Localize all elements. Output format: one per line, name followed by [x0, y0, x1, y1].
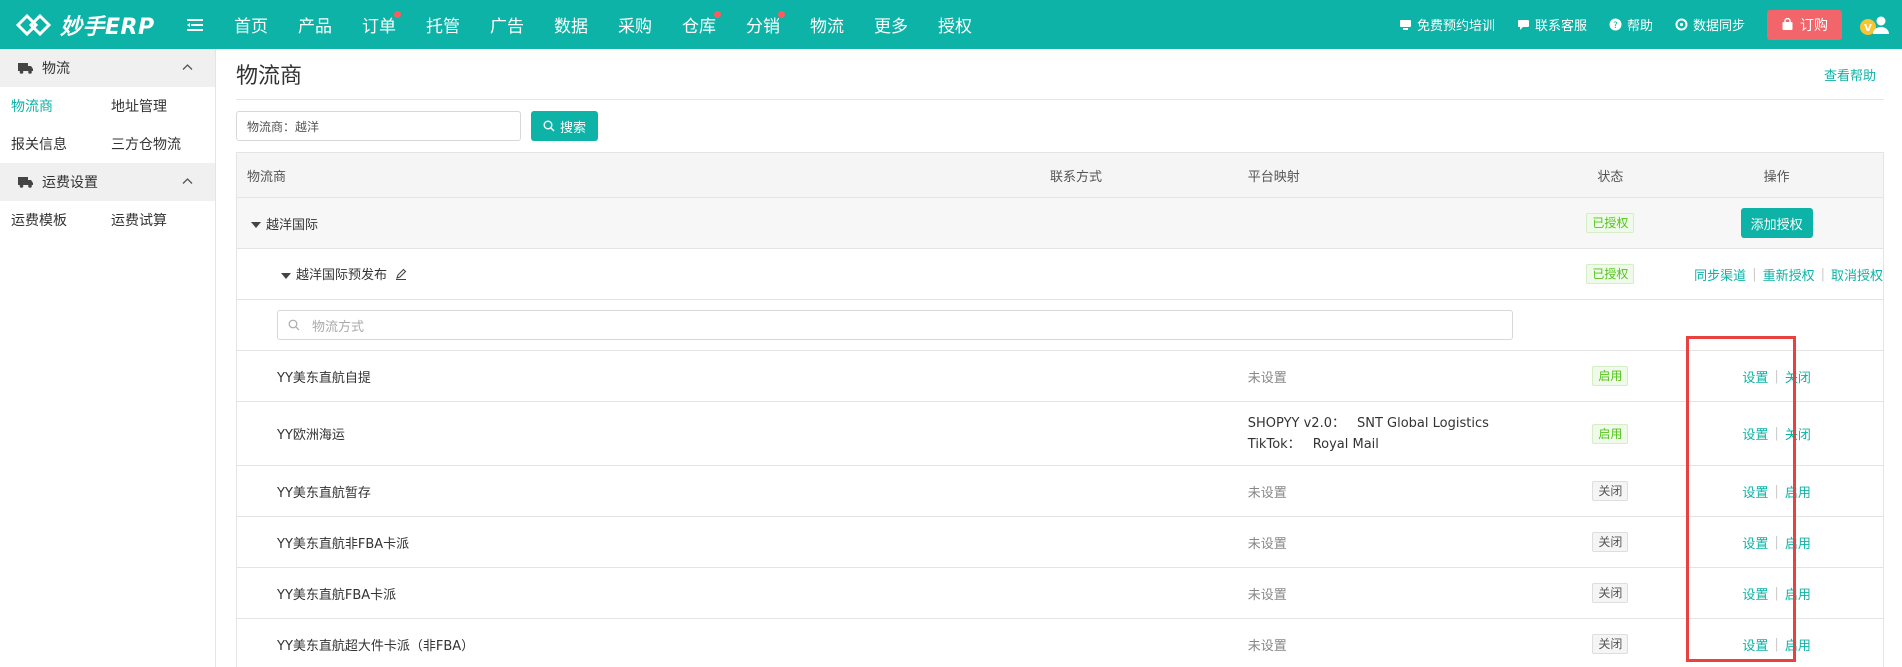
- svg-text:?: ?: [1613, 21, 1618, 31]
- toggle-link[interactable]: 启用: [1785, 635, 1811, 654]
- settings-link[interactable]: 设置: [1742, 584, 1768, 603]
- logo-mark-icon: [14, 10, 54, 40]
- nav-item-orders[interactable]: 订单: [347, 0, 411, 49]
- status-badge: 已授权: [1586, 213, 1635, 233]
- truck-icon: [18, 176, 34, 188]
- support-link[interactable]: 联系客服: [1517, 15, 1587, 34]
- collapse-icon[interactable]: [251, 222, 261, 228]
- carrier-group-row: 越洋国际 已授权 添加授权: [237, 198, 1883, 249]
- table-header: 物流商 联系方式 平台映射 状态 操作: [237, 153, 1883, 198]
- shipping-method-search-input[interactable]: 物流方式: [277, 310, 1513, 340]
- settings-link[interactable]: 设置: [1742, 424, 1768, 443]
- toggle-link[interactable]: 关闭: [1785, 367, 1811, 386]
- nav-item-distribution[interactable]: 分销: [731, 0, 795, 49]
- nav-item-hosting[interactable]: 托管: [411, 0, 475, 49]
- status-badge: 启用: [1592, 423, 1629, 444]
- carrier-search-input[interactable]: 物流商：越洋: [236, 111, 521, 141]
- sidebar-item-fee-calculator[interactable]: 运费试算: [100, 210, 200, 230]
- sidebar-item-address[interactable]: 地址管理: [100, 96, 200, 116]
- nav-item-more[interactable]: 更多: [859, 0, 923, 49]
- search-icon: [543, 120, 555, 132]
- status-badge: 关闭: [1592, 532, 1629, 552]
- sidebar: 物流 物流商 地址管理 报关信息 三方仓物流 运费设置 运费模板 运费试算: [0, 49, 216, 667]
- settings-link[interactable]: 设置: [1742, 635, 1768, 654]
- sync-icon: [1675, 18, 1688, 31]
- toggle-link[interactable]: 启用: [1785, 584, 1811, 603]
- top-navigation-bar: 妙手ERP 首页 产品 订单 托管 广告 数据 采购 仓库 分销 物流 更多 授…: [0, 0, 1902, 49]
- carriers-table: 物流商 联系方式 平台映射 状态 操作 越洋国际 已授权 添加授权 越洋国际预发…: [236, 152, 1884, 667]
- chat-icon: [1517, 20, 1529, 30]
- carrier-name: 越洋国际: [266, 217, 319, 233]
- page-title: 物流商: [236, 64, 303, 89]
- add-authorization-button[interactable]: 添加授权: [1740, 208, 1813, 238]
- help-link[interactable]: ? 帮助: [1609, 15, 1653, 34]
- logo-text: 妙手ERP: [60, 14, 155, 40]
- sidebar-item-3pl[interactable]: 三方仓物流: [100, 134, 200, 154]
- table-row: YY美东直航超大件卡派（非FBA） 未设置 关闭 设置 | 启用: [237, 619, 1883, 667]
- toggle-link[interactable]: 启用: [1785, 533, 1811, 552]
- sync-channels-link[interactable]: 同步渠道: [1694, 265, 1746, 284]
- main-nav: 首页 产品 订单 托管 广告 数据 采购 仓库 分销 物流 更多 授权: [219, 0, 987, 49]
- sidebar-group-logistics[interactable]: 物流: [0, 49, 215, 87]
- order-button[interactable]: 订购: [1767, 9, 1842, 40]
- status-badge: 关闭: [1592, 583, 1629, 603]
- method-filter-row: 物流方式: [237, 300, 1883, 351]
- table-row: YY美东直航非FBA卡派 未设置 关闭 设置 | 启用: [237, 517, 1883, 568]
- account-name: 越洋国际预发布: [296, 268, 388, 284]
- status-badge: 关闭: [1592, 481, 1629, 501]
- reauthorize-link[interactable]: 重新授权: [1763, 265, 1815, 284]
- table-row: YY欧洲海运 SHOPYY v2.0： SNT Global Logistics …: [237, 402, 1883, 466]
- settings-link[interactable]: 设置: [1742, 367, 1768, 386]
- nav-item-products[interactable]: 产品: [283, 0, 347, 49]
- notification-dot: [394, 11, 401, 18]
- sidebar-item-fee-template[interactable]: 运费模板: [0, 210, 100, 230]
- svg-text:V: V: [1864, 23, 1872, 34]
- sidebar-group-shipping-fees[interactable]: 运费设置: [0, 163, 215, 201]
- topbar-tools: 免费预约培训 联系客服 ? 帮助 数据同步 订购 V: [1377, 0, 1902, 49]
- user-avatar[interactable]: V: [1858, 12, 1890, 38]
- sidebar-item-carriers[interactable]: 物流商: [0, 96, 100, 116]
- view-help-link[interactable]: 查看帮助: [1824, 65, 1876, 84]
- cancel-authorization-link[interactable]: 取消授权: [1831, 265, 1883, 284]
- nav-item-authorization[interactable]: 授权: [923, 0, 987, 49]
- question-icon: ?: [1609, 18, 1622, 31]
- nav-item-purchase[interactable]: 采购: [603, 0, 667, 49]
- nav-item-ads[interactable]: 广告: [475, 0, 539, 49]
- menu-toggle-icon[interactable]: [185, 15, 205, 35]
- edit-icon[interactable]: [395, 268, 407, 284]
- nav-item-home[interactable]: 首页: [219, 0, 283, 49]
- status-badge: 关闭: [1592, 634, 1629, 654]
- nav-item-data[interactable]: 数据: [539, 0, 603, 49]
- bag-icon: [1782, 18, 1793, 30]
- chevron-up-icon: [182, 61, 193, 77]
- toggle-link[interactable]: 关闭: [1785, 424, 1811, 443]
- settings-link[interactable]: 设置: [1742, 482, 1768, 501]
- monitor-icon: [1399, 20, 1411, 30]
- training-link[interactable]: 免费预约培训: [1399, 15, 1495, 34]
- page-header: 物流商 查看帮助: [236, 49, 1884, 100]
- table-row: YY美东直航FBA卡派 未设置 关闭 设置 | 启用: [237, 568, 1883, 619]
- search-button[interactable]: 搜索: [531, 111, 598, 141]
- truck-icon: [18, 62, 34, 74]
- nav-item-logistics[interactable]: 物流: [795, 0, 859, 49]
- logo[interactable]: 妙手ERP: [0, 9, 185, 41]
- sidebar-item-customs[interactable]: 报关信息: [0, 134, 100, 154]
- status-badge: 启用: [1592, 366, 1629, 386]
- notification-dot: [714, 11, 721, 18]
- data-sync-link[interactable]: 数据同步: [1675, 15, 1745, 34]
- table-row: YY美东直航暂存 未设置 关闭 设置 | 启用: [237, 466, 1883, 517]
- chevron-up-icon: [182, 175, 193, 191]
- nav-item-warehouse[interactable]: 仓库: [667, 0, 731, 49]
- notification-dot: [778, 11, 785, 18]
- collapse-icon[interactable]: [281, 272, 291, 279]
- toggle-link[interactable]: 启用: [1785, 482, 1811, 501]
- settings-link[interactable]: 设置: [1742, 533, 1768, 552]
- account-row: 越洋国际预发布 已授权 同步渠道 | 重新授权 | 取消授权: [237, 249, 1883, 300]
- status-badge: 已授权: [1586, 264, 1635, 284]
- search-icon: [288, 319, 300, 331]
- table-row: YY美东直航自提 未设置 启用 设置 | 关闭: [237, 351, 1883, 402]
